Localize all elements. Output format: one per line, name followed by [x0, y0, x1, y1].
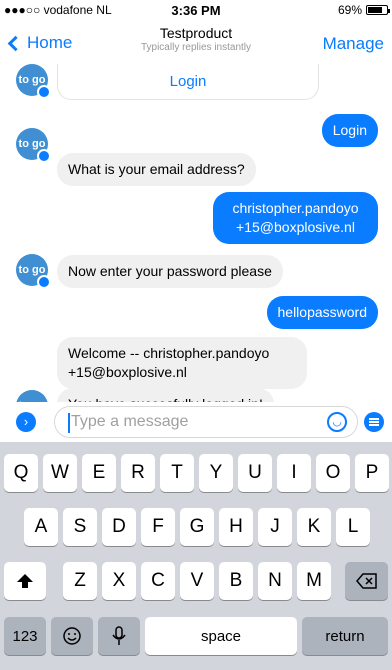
bot-avatar-icon: to go — [16, 254, 51, 289]
key-g[interactable]: G — [180, 508, 214, 546]
key-j[interactable]: J — [258, 508, 292, 546]
expand-icon[interactable]: › — [16, 412, 36, 432]
shift-icon — [17, 574, 33, 588]
key-k[interactable]: K — [297, 508, 331, 546]
back-label: Home — [27, 33, 73, 52]
key-c[interactable]: C — [141, 562, 175, 600]
space-key[interactable]: space — [145, 617, 297, 655]
key-f[interactable]: F — [141, 508, 175, 546]
key-w[interactable]: W — [43, 454, 77, 492]
emoji-key[interactable] — [51, 617, 93, 655]
page-title: Testproduct — [159, 25, 233, 41]
back-chevron-icon — [7, 35, 24, 51]
key-m[interactable]: M — [297, 562, 331, 600]
messenger-badge-icon — [37, 149, 51, 163]
numbers-key[interactable]: 123 — [4, 617, 46, 655]
message-input[interactable]: Type a message ◡ — [54, 406, 358, 438]
battery-indicator: 69% — [337, 3, 390, 17]
key-t[interactable]: T — [160, 454, 194, 492]
message-bubble-bot: Welcome -- christopher.pandoyo +15@boxpl… — [57, 337, 307, 389]
menu-icon[interactable] — [364, 412, 384, 432]
key-h[interactable]: H — [219, 508, 253, 546]
message-bubble-bot: What is your email address? — [57, 153, 256, 186]
battery-percent: 69% — [337, 3, 362, 17]
dictation-key[interactable] — [98, 617, 140, 655]
key-v[interactable]: V — [180, 562, 214, 600]
message-composer: › Type a message ◡ — [0, 402, 392, 442]
key-e[interactable]: E — [82, 454, 116, 492]
backspace-icon — [355, 573, 377, 589]
messenger-badge-icon — [37, 85, 51, 99]
key-z[interactable]: Z — [63, 562, 97, 600]
key-q[interactable]: Q — [4, 454, 38, 492]
key-l[interactable]: L — [336, 508, 370, 546]
keyboard: Q W E R T Y U I O P A S D F G H J K L Z … — [0, 442, 392, 670]
key-d[interactable]: D — [102, 508, 136, 546]
battery-icon — [366, 5, 390, 15]
text-caret — [68, 413, 70, 433]
bot-avatar-icon: to go — [16, 390, 48, 402]
page-subtitle: Typically replies instantly — [140, 42, 252, 53]
shift-key[interactable] — [4, 562, 46, 600]
message-bubble-bot: Now enter your password please — [57, 255, 283, 288]
back-button[interactable]: Home — [7, 33, 73, 53]
key-n[interactable]: N — [258, 562, 292, 600]
login-card-button[interactable]: Login — [57, 64, 319, 100]
messenger-badge-icon — [37, 275, 51, 289]
clock: 3:36 PM — [171, 3, 221, 18]
return-key[interactable]: return — [302, 617, 388, 655]
navigation-bar: Home Testproduct Typically replies insta… — [0, 20, 392, 64]
bot-avatar-icon: to go — [16, 64, 51, 99]
key-p[interactable]: P — [355, 454, 389, 492]
key-a[interactable]: A — [24, 508, 58, 546]
emoji-icon[interactable]: ◡ — [327, 412, 347, 432]
message-bubble-user: christopher.pandoyo +15@boxplosive.nl — [213, 192, 378, 244]
microphone-icon — [112, 626, 126, 645]
backspace-key[interactable] — [345, 562, 388, 600]
conversation-title[interactable]: Testproduct Typically replies instantly — [96, 25, 296, 53]
message-bubble-bot: You have succesfully logged in! — [57, 388, 274, 402]
message-placeholder: Type a message — [71, 413, 189, 430]
smiley-key-icon — [63, 627, 81, 645]
key-i[interactable]: I — [277, 454, 311, 492]
manage-button[interactable]: Manage — [323, 34, 384, 54]
key-r[interactable]: R — [121, 454, 155, 492]
key-x[interactable]: X — [102, 562, 136, 600]
bot-avatar-icon: to go — [16, 128, 51, 163]
key-u[interactable]: U — [238, 454, 272, 492]
chat-thread[interactable]: to go Login Login to go What is your ema… — [0, 64, 392, 402]
key-y[interactable]: Y — [199, 454, 233, 492]
key-o[interactable]: O — [316, 454, 350, 492]
key-s[interactable]: S — [63, 508, 97, 546]
key-b[interactable]: B — [219, 562, 253, 600]
message-bubble-user: hellopassword — [266, 296, 378, 329]
status-bar: ●●●○○ vodafone NL 3:36 PM 69% — [0, 0, 392, 20]
message-bubble-user: Login — [321, 114, 378, 147]
